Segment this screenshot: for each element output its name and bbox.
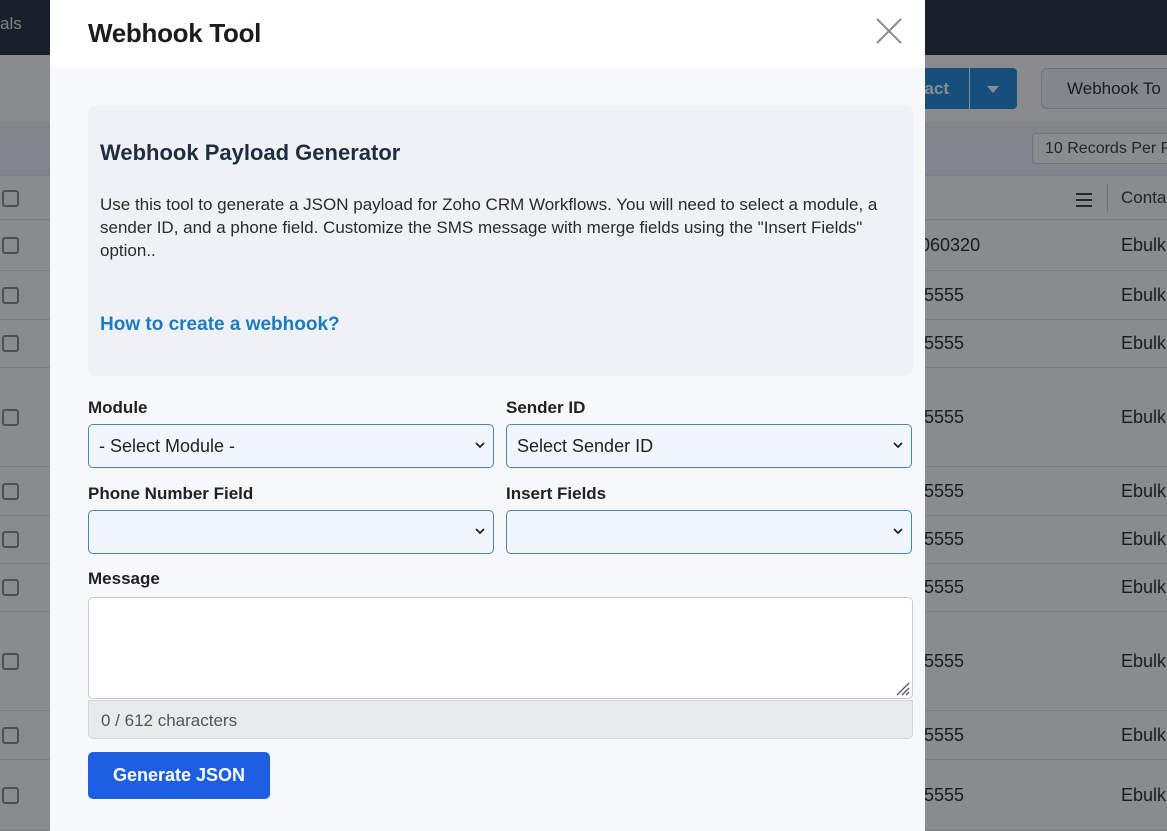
generate-json-button[interactable]: Generate JSON [88,752,270,799]
webhook-tool-modal: Webhook Tool Webhook Payload Generator U… [50,0,925,831]
chevron-down-icon [893,526,903,536]
module-label: Module [88,398,148,417]
modal-header: Webhook Tool [50,0,925,67]
modal-title: Webhook Tool [88,18,262,48]
character-counter: 0 / 612 characters [88,700,913,739]
sender-id-select-value: Select Sender ID [517,436,654,456]
insert-fields-select[interactable] [506,510,912,554]
info-title: Webhook Payload Generator [100,140,401,165]
phone-field-select[interactable] [88,510,494,554]
message-textarea[interactable] [88,597,913,699]
info-panel: Webhook Payload Generator Use this tool … [88,105,913,376]
sender-id-label: Sender ID [506,398,586,417]
phone-field-label: Phone Number Field [88,484,254,503]
close-icon[interactable] [876,18,902,44]
module-select[interactable]: - Select Module - [88,424,494,468]
how-to-webhook-link[interactable]: How to create a webhook? [100,314,340,336]
resize-handle-icon[interactable] [894,680,910,696]
sender-id-select[interactable]: Select Sender ID [506,424,912,468]
chevron-down-icon [475,440,485,450]
module-select-value: - Select Module - [99,436,236,456]
chevron-down-icon [475,526,485,536]
message-label: Message [88,569,160,588]
info-description: Use this tool to generate a JSON payload… [100,195,878,260]
chevron-down-icon [893,440,903,450]
insert-fields-label: Insert Fields [506,484,607,503]
